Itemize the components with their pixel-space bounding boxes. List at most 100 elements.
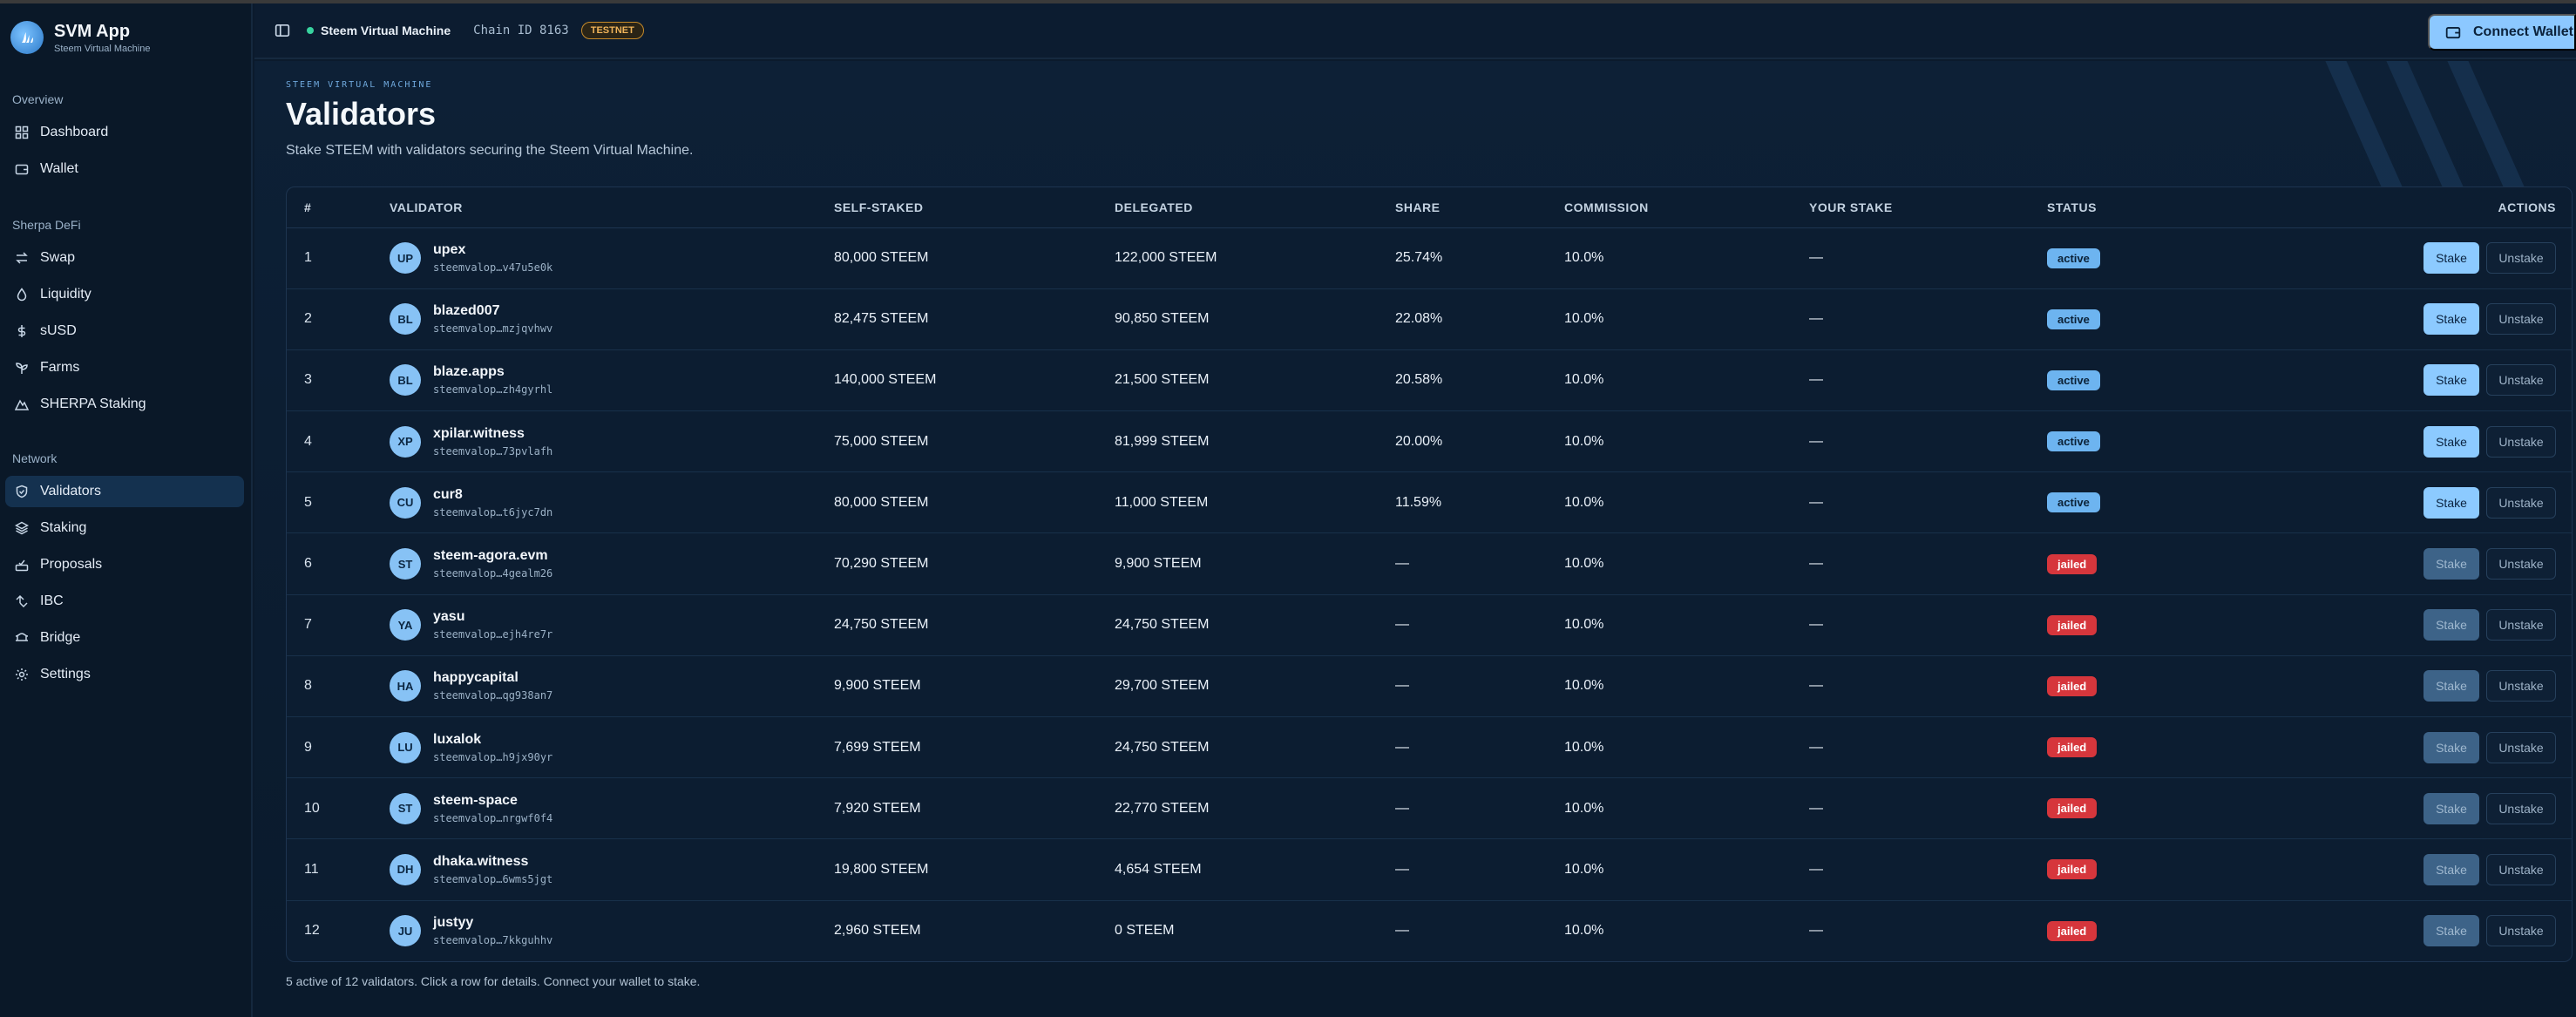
table-header-row: # VALIDATOR SELF-STAKED DELEGATED SHARE … bbox=[287, 187, 2572, 228]
table-row[interactable]: 5 CU cur8 steemvalop…t6jyc7dn 80,000 STEEM 11… bbox=[287, 472, 2572, 533]
table-row[interactable]: 9 LU luxalok steemvalop…h9jx90yr 7,699 STEEM… bbox=[287, 717, 2572, 778]
stake-button[interactable]: Stake bbox=[2423, 548, 2479, 580]
share-value: — bbox=[1395, 678, 1409, 694]
sidebar-item-susd[interactable]: sUSD bbox=[5, 315, 244, 347]
avatar: HA bbox=[390, 670, 421, 702]
validators-table: # VALIDATOR SELF-STAKED DELEGATED SHARE … bbox=[286, 186, 2573, 962]
unstake-button[interactable]: Unstake bbox=[2486, 792, 2556, 824]
validator-cell: ST steem-space steemvalop…nrgwf0f4 bbox=[390, 792, 834, 824]
row-number: 12 bbox=[304, 923, 320, 939]
sidebar-item-label: sUSD bbox=[40, 323, 77, 338]
sidebar-item-dashboard[interactable]: Dashboard bbox=[5, 117, 244, 148]
sidebar-toggle-icon[interactable] bbox=[274, 22, 291, 39]
table-row[interactable]: 6 ST steem-agora.evm steemvalop…4gealm26 70,… bbox=[287, 533, 2572, 595]
table-row[interactable]: 8 HA happycapital steemvalop…qg938an7 9,900 … bbox=[287, 655, 2572, 717]
stake-button[interactable]: Stake bbox=[2423, 242, 2479, 275]
sidebar-item-label: SHERPA Staking bbox=[40, 397, 146, 411]
validator-name: dhaka.witness bbox=[433, 853, 529, 869]
avatar: XP bbox=[390, 425, 421, 458]
background-decoration bbox=[2297, 61, 2576, 200]
sidebar-item-proposals[interactable]: Proposals bbox=[5, 549, 244, 580]
unstake-button[interactable]: Unstake bbox=[2486, 364, 2556, 397]
table-row[interactable]: 1 UP upex steemvalop…v47u5e0k 80,000 STEEM 12… bbox=[287, 227, 2572, 289]
table-row[interactable]: 7 YA yasu steemvalop…ejh4re7r 24,750 STEEM 24… bbox=[287, 594, 2572, 656]
row-number: 8 bbox=[304, 678, 312, 694]
stake-button[interactable]: Stake bbox=[2423, 731, 2479, 763]
unstake-button[interactable]: Unstake bbox=[2486, 731, 2556, 763]
sidebar-item-sherpa-staking[interactable]: SHERPA Staking bbox=[5, 389, 244, 420]
table-row[interactable]: 3 BL blaze.apps steemvalop…zh4gyrhl 140,000 … bbox=[287, 349, 2572, 411]
sidebar-item-label: Swap bbox=[40, 250, 76, 265]
validator-name: luxalok bbox=[433, 731, 482, 747]
stake-button[interactable]: Stake bbox=[2423, 670, 2479, 702]
sidebar-item-wallet[interactable]: Wallet bbox=[5, 153, 244, 185]
unstake-button[interactable]: Unstake bbox=[2486, 853, 2556, 885]
sidebar-item-label: Validators bbox=[40, 484, 101, 498]
table-row[interactable]: 11 DH dhaka.witness steemvalop…6wms5jgt 19,8… bbox=[287, 839, 2572, 901]
unstake-button[interactable]: Unstake bbox=[2486, 486, 2556, 519]
status-badge: jailed bbox=[2047, 553, 2098, 574]
share-value: 11.59% bbox=[1395, 494, 1442, 510]
unstake-button[interactable]: Unstake bbox=[2486, 670, 2556, 702]
connect-wallet-label: Connect Wallet bbox=[2473, 24, 2573, 39]
page-description: Stake STEEM with validators securing the… bbox=[286, 143, 694, 158]
stake-button[interactable]: Stake bbox=[2423, 364, 2479, 397]
status-badge: jailed bbox=[2047, 798, 2098, 819]
stake-button[interactable]: Stake bbox=[2423, 915, 2479, 947]
unstake-button[interactable]: Unstake bbox=[2486, 915, 2556, 947]
stake-button[interactable]: Stake bbox=[2423, 853, 2479, 885]
sidebar-item-farms[interactable]: Farms bbox=[5, 352, 244, 383]
table-row[interactable]: 10 ST steem-space steemvalop…nrgwf0f4 7,920 … bbox=[287, 778, 2572, 839]
sidebar-item-bridge[interactable]: Bridge bbox=[5, 622, 244, 654]
validator-address: steemvalop…zh4gyrhl bbox=[433, 383, 553, 397]
page-title: Validators bbox=[286, 96, 437, 132]
unstake-button[interactable]: Unstake bbox=[2486, 303, 2556, 336]
sidebar-item-swap[interactable]: Swap bbox=[5, 242, 244, 274]
validator-name: xpilar.witness bbox=[433, 425, 525, 441]
stake-button[interactable]: Stake bbox=[2423, 425, 2479, 458]
top-bar: Steem Virtual Machine Chain ID 8163 TEST… bbox=[254, 3, 2576, 59]
stake-button[interactable]: Stake bbox=[2423, 792, 2479, 824]
commission-value: 10.0% bbox=[1564, 800, 1604, 816]
col-header-actions: ACTIONS bbox=[2308, 187, 2572, 228]
unstake-button[interactable]: Unstake bbox=[2486, 242, 2556, 275]
unstake-button[interactable]: Unstake bbox=[2486, 425, 2556, 458]
nav-section-network: Network bbox=[12, 451, 58, 465]
row-number: 3 bbox=[304, 372, 312, 388]
validator-cell: YA yasu steemvalop…ejh4re7r bbox=[390, 609, 834, 641]
chain-id: Chain ID 8163 bbox=[473, 24, 569, 37]
stake-button[interactable]: Stake bbox=[2423, 486, 2479, 519]
share-value: — bbox=[1395, 861, 1409, 877]
stake-button[interactable]: Stake bbox=[2423, 609, 2479, 641]
table-row[interactable]: 2 BL blazed007 steemvalop…mzjqvhwv 82,475 ST… bbox=[287, 288, 2572, 350]
sidebar-item-ibc[interactable]: IBC bbox=[5, 586, 244, 617]
sidebar-item-staking[interactable]: Staking bbox=[5, 512, 244, 544]
avatar: DH bbox=[390, 853, 421, 885]
connect-wallet-button[interactable]: Connect Wallet bbox=[2428, 14, 2576, 51]
unstake-button[interactable]: Unstake bbox=[2486, 609, 2556, 641]
share-value: — bbox=[1395, 617, 1409, 633]
sidebar-item-validators[interactable]: Validators bbox=[5, 476, 244, 507]
main-content: STEEM VIRTUAL MACHINE Validators Stake S… bbox=[254, 61, 2576, 1017]
sidebar-item-label: Wallet bbox=[40, 161, 78, 176]
your-stake-value: — bbox=[1809, 861, 1823, 877]
commission-value: 10.0% bbox=[1564, 372, 1604, 388]
self-staked-value: 82,475 STEEM bbox=[834, 311, 929, 327]
commission-value: 10.0% bbox=[1564, 494, 1604, 510]
unstake-button[interactable]: Unstake bbox=[2486, 548, 2556, 580]
shield-check-icon bbox=[14, 484, 30, 499]
avatar: JU bbox=[390, 915, 421, 947]
row-number: 11 bbox=[304, 861, 319, 877]
table-row[interactable]: 12 JU justyy steemvalop…7kkguhhv 2,960 STEEM… bbox=[287, 900, 2572, 961]
table-row[interactable]: 4 XP xpilar.witness steemvalop…73pvlafh 75,0… bbox=[287, 411, 2572, 472]
sidebar-item-settings[interactable]: Settings bbox=[5, 659, 244, 690]
sidebar-item-liquidity[interactable]: Liquidity bbox=[5, 279, 244, 310]
brand[interactable]: SVM App Steem Virtual Machine bbox=[10, 21, 150, 54]
validator-address: steemvalop…h9jx90yr bbox=[433, 750, 553, 763]
validator-cell: CU cur8 steemvalop…t6jyc7dn bbox=[390, 486, 834, 519]
validator-address: steemvalop…4gealm26 bbox=[433, 567, 553, 580]
commission-value: 10.0% bbox=[1564, 678, 1604, 694]
row-number: 1 bbox=[304, 250, 312, 266]
stake-button[interactable]: Stake bbox=[2423, 303, 2479, 336]
brand-title: SVM App bbox=[54, 21, 131, 41]
